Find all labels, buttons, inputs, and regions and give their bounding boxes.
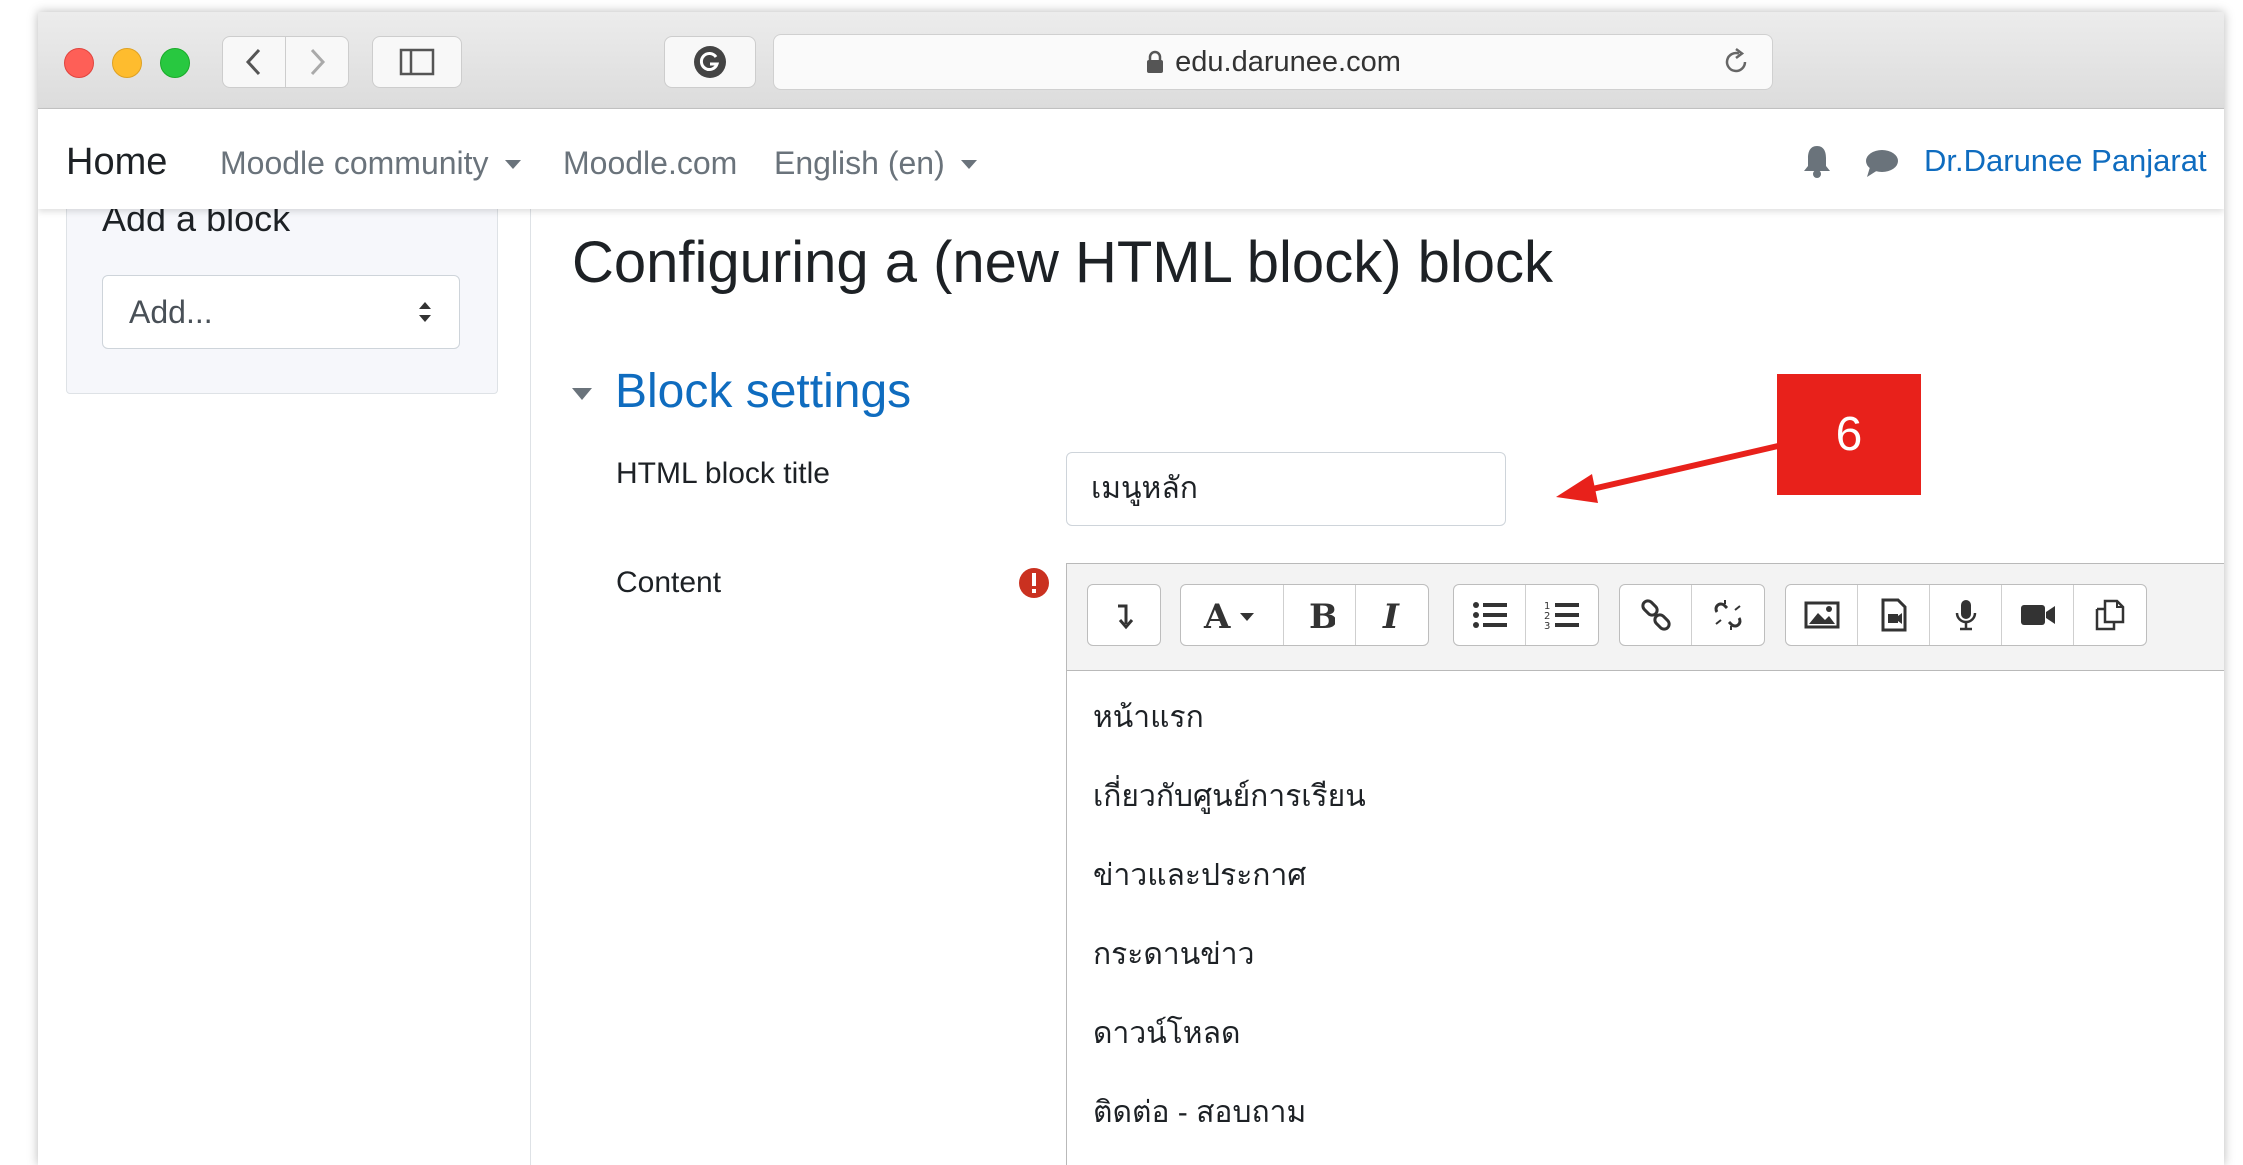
address-bar[interactable]: edu.darunee.com bbox=[773, 34, 1773, 90]
content-line[interactable]: หน้าแรก bbox=[1093, 694, 1204, 741]
add-block-card: Add a block Add... bbox=[66, 198, 498, 394]
bold-icon: B bbox=[1309, 598, 1335, 632]
left-column: Add a block Add... bbox=[38, 198, 531, 1165]
content-line[interactable]: ข่าวและประกาศ bbox=[1093, 852, 1306, 899]
lock-icon bbox=[1147, 50, 1164, 73]
messages-icon[interactable] bbox=[1864, 147, 1900, 179]
show-more-buttons-button[interactable] bbox=[1088, 585, 1160, 645]
add-block-select[interactable]: Add... bbox=[102, 275, 460, 349]
ordered-list-button[interactable]: 123 bbox=[1526, 585, 1598, 645]
nav-community-dropdown[interactable]: Moodle community bbox=[220, 145, 521, 182]
unlink-button[interactable] bbox=[1692, 585, 1764, 645]
add-block-select-value: Add... bbox=[129, 294, 213, 330]
nav-language-label: English (en) bbox=[774, 145, 945, 181]
link-icon bbox=[1640, 599, 1671, 631]
manage-files-button[interactable] bbox=[2074, 585, 2146, 645]
minimize-window-button[interactable] bbox=[112, 48, 142, 78]
atto-editor: A B I 123 หน้าแรก เกี่ยวกับศูนย์การเรียน… bbox=[1066, 563, 2224, 1165]
video-camera-icon bbox=[2020, 605, 2055, 625]
block-settings-toggle[interactable]: Block settings bbox=[572, 364, 912, 419]
section-title: Block settings bbox=[615, 365, 912, 418]
browser-toolbar: edu.darunee.com bbox=[38, 12, 2224, 109]
font-style-icon: A bbox=[1203, 598, 1254, 632]
files-copy-icon bbox=[2095, 599, 2125, 631]
caret-down-icon bbox=[504, 160, 521, 169]
collapse-caret-icon bbox=[572, 388, 592, 400]
browser-window: edu.darunee.com Home Moodle community Mo… bbox=[38, 12, 2224, 1165]
page-title: Configuring a (new HTML block) block bbox=[572, 230, 1554, 295]
editor-toolbar: A B I 123 bbox=[1067, 564, 2224, 671]
numbered-list-icon: 123 bbox=[1544, 601, 1579, 631]
unordered-list-button[interactable] bbox=[1454, 585, 1526, 645]
media-file-icon bbox=[1881, 598, 1906, 632]
notification-bell-icon[interactable] bbox=[1801, 143, 1833, 179]
caret-down-icon bbox=[960, 160, 977, 169]
chevron-left-icon bbox=[245, 48, 261, 76]
html-block-title-label: HTML block title bbox=[616, 457, 830, 490]
italic-button[interactable]: I bbox=[1356, 585, 1428, 645]
nav-language-dropdown[interactable]: English (en) bbox=[774, 145, 977, 182]
svg-text:I: I bbox=[1382, 598, 1400, 632]
expand-toolbar-icon bbox=[1118, 604, 1134, 630]
user-menu-link[interactable]: Dr.Darunee Panjarat bbox=[1924, 143, 2207, 179]
main-content: Configuring a (new HTML block) block Blo… bbox=[530, 209, 2224, 1165]
reload-icon[interactable] bbox=[1720, 46, 1752, 78]
required-field-icon bbox=[1019, 568, 1049, 598]
insert-image-button[interactable] bbox=[1786, 585, 1858, 645]
insert-media-button[interactable] bbox=[1858, 585, 1930, 645]
close-window-button[interactable] bbox=[64, 48, 94, 78]
nav-home-link[interactable]: Home bbox=[66, 141, 167, 184]
unlink-icon bbox=[1714, 600, 1742, 630]
url-text: edu.darunee.com bbox=[1175, 45, 1401, 78]
grammarly-extension-button[interactable] bbox=[664, 36, 756, 88]
sidebar-toggle-button[interactable] bbox=[372, 36, 462, 88]
back-button[interactable] bbox=[222, 36, 286, 88]
content-line[interactable]: เกี่ยวกับศูนย์การเรียน bbox=[1093, 773, 1366, 820]
forward-button[interactable] bbox=[285, 36, 349, 88]
html-block-title-input[interactable]: เมนูหลัก bbox=[1066, 452, 1506, 526]
content-line[interactable]: ติดต่อ - สอบถาม bbox=[1093, 1089, 1306, 1136]
toolbar-group-media bbox=[1785, 584, 2147, 646]
toolbar-group-style: A B I bbox=[1180, 584, 1429, 646]
sidebar-icon bbox=[399, 48, 435, 76]
nav-moodle-com-link[interactable]: Moodle.com bbox=[563, 145, 737, 182]
chevron-right-icon bbox=[310, 48, 326, 76]
paragraph-styles-button[interactable]: A bbox=[1181, 585, 1284, 645]
content-label: Content bbox=[616, 566, 722, 599]
zoom-window-button[interactable] bbox=[160, 48, 190, 78]
toolbar-group-lists: 123 bbox=[1453, 584, 1599, 646]
content-line[interactable]: กระดานข่าว bbox=[1093, 931, 1254, 978]
svg-text:3: 3 bbox=[1544, 621, 1550, 631]
moodle-navbar: Home Moodle community Moodle.com English… bbox=[38, 109, 2224, 209]
grammarly-icon bbox=[694, 46, 726, 78]
record-video-button[interactable] bbox=[2002, 585, 2074, 645]
bold-button[interactable]: B bbox=[1284, 585, 1356, 645]
svg-text:A: A bbox=[1203, 598, 1231, 632]
record-audio-button[interactable] bbox=[1930, 585, 2002, 645]
image-icon bbox=[1804, 601, 1839, 629]
microphone-icon bbox=[1955, 600, 1976, 631]
link-button[interactable] bbox=[1620, 585, 1692, 645]
step-number-callout: 6 bbox=[1777, 374, 1921, 495]
bullet-list-icon bbox=[1472, 602, 1507, 628]
svg-text:B: B bbox=[1309, 598, 1335, 632]
nav-community-label: Moodle community bbox=[220, 145, 489, 181]
toolbar-group-links bbox=[1619, 584, 1765, 646]
content-line[interactable]: ดาวน์โหลด bbox=[1093, 1010, 1240, 1057]
select-updown-icon bbox=[419, 302, 431, 322]
toolbar-group-collapse bbox=[1087, 584, 1161, 646]
italic-icon: I bbox=[1382, 598, 1400, 632]
